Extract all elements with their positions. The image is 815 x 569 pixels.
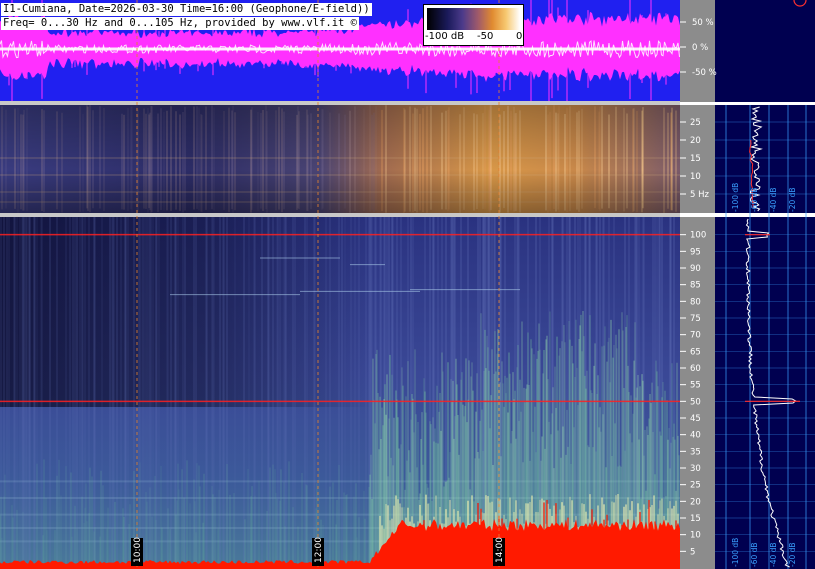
spectrogram-high-tick-label: 100 [690,231,706,241]
hour-label: 10:00 [133,537,143,563]
header-station-info: I1-Cumiana, Date=2026-03-30 Time=16:00 (… [1,3,372,16]
profile-tick-label: -20 dB [788,187,797,212]
spectrogram-low-tick-label: 20 [690,136,701,146]
spectrogram-high-tick-label: 10 [690,531,701,541]
colorbar-label-max: 0 [516,31,523,42]
spectrogram-high-tick-label: 45 [690,414,701,424]
spectrum-profile-low [715,105,815,213]
spectrum-profile-high [715,217,815,569]
spectrogram-high-tick-label: 30 [690,464,701,474]
amplitude-tick-label: 0 % [692,43,708,53]
amplitude-tick-label: -50 % [692,68,717,78]
spectrogram-high-tick-label: 50 [690,397,701,407]
spectrogram-high-tick-label: 35 [690,447,701,457]
spectrogram-low-tick-label: 5 Hz [690,190,710,200]
colorbar-legend: -100 dB -50 0 [423,4,524,46]
spectrogram-high-tick-label: 5 [690,547,695,557]
hour-label: 12:00 [314,537,324,563]
spectrogram-high-tick-label: 55 [690,381,701,391]
spectrogram-high-tick-label: 25 [690,481,701,491]
spectrogram-high-tick-label: 20 [690,497,701,507]
spectrogram-high-tick-label: 60 [690,364,701,374]
spectrogram-high-tick-label: 80 [690,297,701,307]
spectrogram-high-tick-label: 75 [690,314,701,324]
header-frequency-info: Freq= 0...30 Hz and 0...105 Hz, provided… [1,17,360,30]
amplitude-tick-label: 50 % [692,18,714,28]
profile-tick-label: -60 dB [750,187,759,212]
spectrogram-high-tick-label: 40 [690,431,701,441]
spectrogram-high-tick-label: 15 [690,514,701,524]
spectrogram-high-tick-label: 70 [690,331,701,341]
profile-tick-label: -40 dB [769,187,778,212]
spectrogram-high-tick-label: 90 [690,264,701,274]
profile-tick-label: -100 dB [731,183,740,212]
profile-tick-label: -100 dB [731,538,740,567]
vlf-spectrogram-chart: 50 %0 %-50 % 252015105 Hz 10095908580757… [0,0,815,569]
spectrogram-low-tick-label: 25 [690,118,701,128]
spectrogram-low-tick-label: 15 [690,154,701,164]
profile-tick-label: -20 dB [788,542,797,567]
panel-divider [0,101,680,105]
spectrogram-low-shade [0,105,680,213]
colorbar-label-min: -100 dB [425,31,465,42]
spectrogram-low-tick-label: 10 [690,172,701,182]
profile-tick-label: -60 dB [750,542,759,567]
spectrogram-high-tick-label: 65 [690,347,701,357]
spectrogram-high-tick-label: 95 [690,247,701,257]
hour-label: 14:00 [495,537,505,563]
amplitude-side-panel [715,0,815,102]
profile-tick-label: -40 dB [769,542,778,567]
colorbar-label-mid: -50 [477,31,494,42]
spectrogram-high-tick-label: 85 [690,281,701,291]
colorbar-gradient [427,8,520,30]
